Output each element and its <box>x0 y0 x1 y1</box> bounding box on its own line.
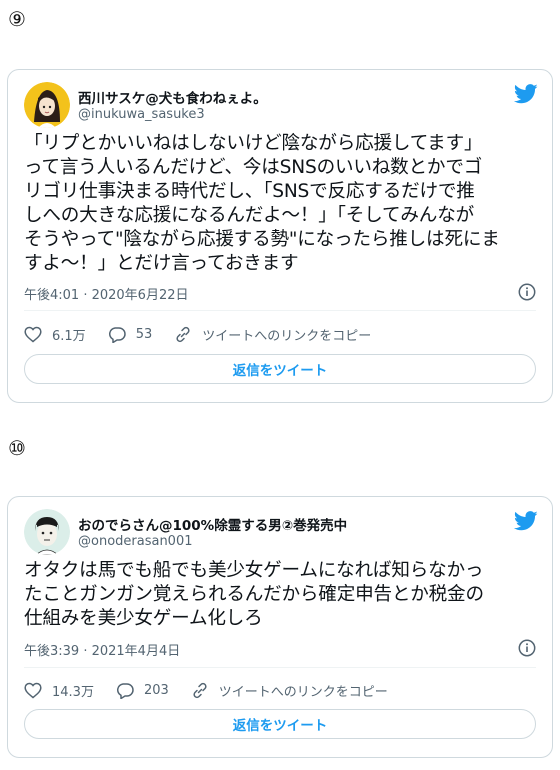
tweet-timestamp[interactable]: 午後3:39 · 2021年4月4日 <box>24 640 180 659</box>
like-button[interactable]: 6.1万 <box>24 325 86 344</box>
twitter-bird-icon[interactable] <box>513 511 538 531</box>
section-number-9: ⑨ <box>8 7 26 31</box>
speech-bubble-icon <box>116 682 134 699</box>
tweet-card[interactable]: 西川サスケ@犬も食わねぇよ。 @inukuwa_sasuke3 「リプとかいいね… <box>7 69 553 403</box>
divider <box>24 667 536 668</box>
reply-tweet-button[interactable]: 返信をツイート <box>24 354 536 384</box>
link-icon <box>193 682 207 698</box>
avatar[interactable] <box>24 509 70 555</box>
tweet-text: 「リプとかいいねはしないけど陰ながら応援してます」 って言う人いるんだけど、今は… <box>24 133 500 274</box>
copy-link-button[interactable]: ツイートへのリンクをコピー <box>191 681 388 700</box>
like-count: 14.3万 <box>52 684 94 700</box>
reply-count: 203 <box>143 682 169 698</box>
heart-icon <box>24 326 42 342</box>
section-number-10: ⑩ <box>8 436 26 460</box>
like-button[interactable]: 14.3万 <box>24 681 94 700</box>
action-bar: 14.3万 203 ツイートへのリンクをコピー <box>24 680 536 700</box>
action-bar: 6.1万 53 ツイートへのリンクをコピー <box>24 324 536 344</box>
copy-link-label: ツイートへのリンクをコピー <box>218 684 388 700</box>
link-icon <box>176 326 190 342</box>
author-name[interactable]: おのでらさん@100%除霊する男②巻発売中 <box>78 514 347 534</box>
copy-link-label: ツイートへのリンクをコピー <box>202 328 372 344</box>
tweet-text: オタクは馬でも船でも美少女ゲームになれば知らなかっ たことガンガン覚えられるんだ… <box>24 560 484 629</box>
avatar[interactable] <box>24 82 70 128</box>
reply-count-button[interactable]: 53 <box>108 326 153 343</box>
author-name[interactable]: 西川サスケ@犬も食わねぇよ。 <box>78 87 267 107</box>
speech-bubble-icon <box>108 326 126 343</box>
reply-tweet-button[interactable]: 返信をツイート <box>24 709 536 739</box>
reply-count-button[interactable]: 203 <box>116 682 169 699</box>
like-count: 6.1万 <box>52 328 86 344</box>
author-handle[interactable]: @inukuwa_sasuke3 <box>78 107 205 122</box>
author-handle[interactable]: @onoderasan001 <box>78 534 193 549</box>
divider <box>24 310 536 311</box>
info-icon[interactable] <box>518 283 536 301</box>
tweet-timestamp[interactable]: 午後4:01 · 2020年6月22日 <box>24 284 189 303</box>
reply-count: 53 <box>135 326 153 342</box>
twitter-bird-icon[interactable] <box>513 84 538 104</box>
tweet-card[interactable]: おのでらさん@100%除霊する男②巻発売中 @onoderasan001 オタク… <box>7 496 553 758</box>
copy-link-button[interactable]: ツイートへのリンクをコピー <box>174 325 371 344</box>
info-icon[interactable] <box>518 639 536 657</box>
heart-icon <box>24 682 42 698</box>
